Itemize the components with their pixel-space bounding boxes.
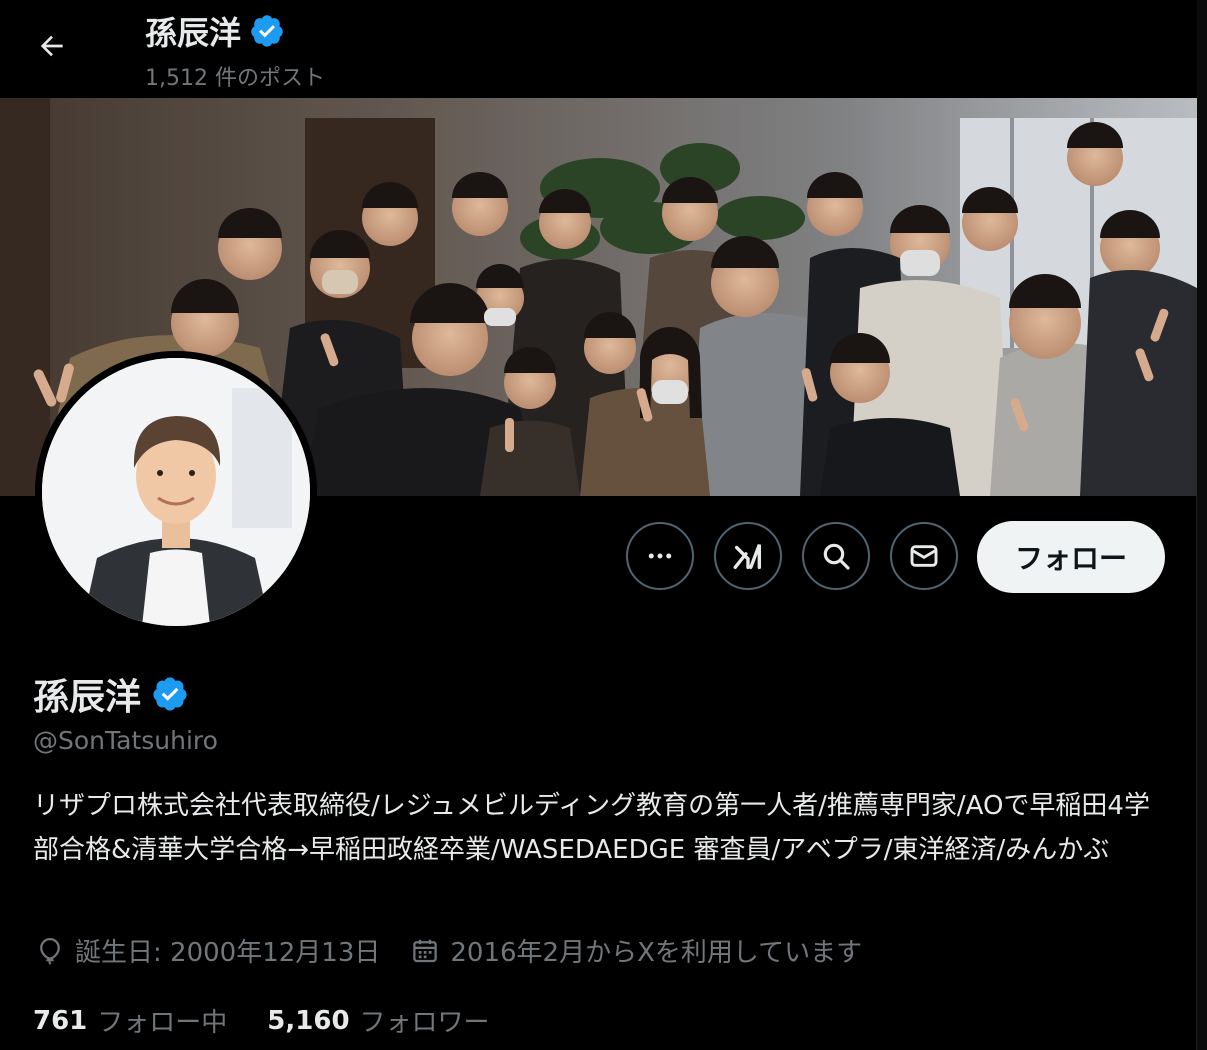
follow-button[interactable]: フォロー xyxy=(977,521,1165,593)
profile-header: 孫辰洋 1,512 件のポスト xyxy=(0,0,1197,98)
profile-name-row: 孫辰洋 xyxy=(33,668,189,720)
balloon-icon xyxy=(40,937,60,965)
birthday-text: 誕生日: 2000年12月13日 xyxy=(75,938,381,968)
search-icon xyxy=(823,543,850,570)
followers-label: フォロワー xyxy=(359,1008,490,1038)
message-icon xyxy=(910,545,938,567)
followers-link[interactable]: 5,160 フォロワー xyxy=(267,1002,489,1039)
profile-handle: @SonTatsuhiro xyxy=(33,726,218,755)
scrollbar[interactable] xyxy=(1196,0,1207,1050)
more-icon xyxy=(648,553,672,559)
post-count: 1,512 件のポスト xyxy=(145,66,325,91)
header-name: 孫辰洋 xyxy=(145,14,242,52)
header-title: 孫辰洋 xyxy=(145,8,285,54)
avatar-photo xyxy=(42,358,310,626)
arrow-left-icon xyxy=(40,35,63,57)
calendar-icon xyxy=(413,939,438,962)
back-button[interactable] xyxy=(30,24,74,68)
following-count: 761 xyxy=(33,1005,88,1036)
profile-bio: リザプロ株式会社代表取締役/レジュメビルディング教育の第一人者/推薦専門家/AO… xyxy=(33,791,1150,865)
profile-stats: 761 フォロー中 5,160 フォロワー xyxy=(33,1002,530,1039)
grok-button[interactable] xyxy=(714,522,782,590)
birthday-item: 誕生日: 2000年12月13日 xyxy=(35,932,380,969)
joined-item: 2016年2月からXを利用しています xyxy=(410,932,862,969)
search-posts-button[interactable] xyxy=(802,522,870,590)
profile-name: 孫辰洋 xyxy=(33,677,142,718)
verified-badge-icon[interactable] xyxy=(151,675,189,713)
message-button[interactable] xyxy=(890,522,958,590)
profile-meta: 誕生日: 2000年12月13日 2016年2月からXを利用しています xyxy=(35,932,892,969)
joined-text: 2016年2月からXを利用しています xyxy=(450,938,863,968)
profile-avatar[interactable] xyxy=(35,351,317,633)
following-label: フォロー中 xyxy=(97,1008,228,1038)
following-link[interactable]: 761 フォロー中 xyxy=(33,1002,227,1039)
grok-icon xyxy=(733,544,762,570)
followers-count: 5,160 xyxy=(267,1005,350,1036)
verified-badge-icon xyxy=(251,15,283,47)
more-options-button[interactable] xyxy=(626,522,694,590)
